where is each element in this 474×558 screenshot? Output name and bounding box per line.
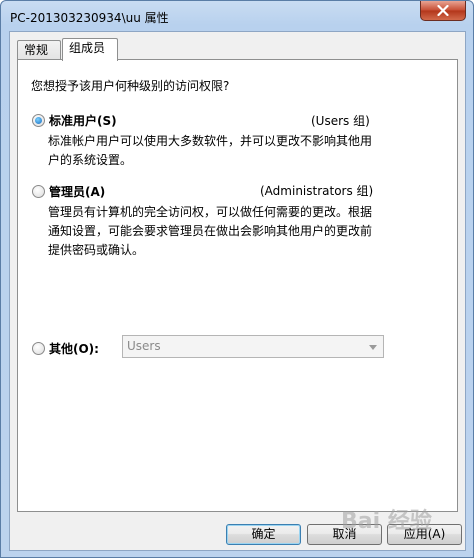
radio-selected-dot [35, 117, 42, 124]
description-line: 管理员有计算机的完全访问权，可以做任何需要的更改。根据 [48, 205, 373, 219]
administrators-group-tag: (Administrators 组) [260, 184, 374, 198]
title-bar[interactable]: PC-201303230934\uu 属性 [1, 1, 473, 31]
group-membership-panel: 您想授予该用户何种级别的访问权限? 标准用户(S) (Users 组) 标准帐户… [17, 59, 458, 512]
dropdown-selected-value: Users [127, 339, 161, 353]
administrator-label[interactable]: 管理员(A) [49, 183, 105, 200]
description-line: 提供密码或确认。 [48, 243, 145, 257]
description-line: 通知设置，可能会要求管理员在做出会影响其他用户的更改前 [48, 224, 373, 238]
administrator-option[interactable]: 管理员(A) [32, 183, 105, 200]
description-line: 户的系统设置。 [48, 153, 133, 167]
other-group-dropdown[interactable]: Users [122, 335, 384, 358]
administrator-radio[interactable] [32, 185, 45, 198]
properties-window: PC-201303230934\uu 属性 常规 组成员 您想授予该用户何种级别… [0, 0, 474, 558]
close-button[interactable] [420, 1, 466, 21]
other-option[interactable]: 其他(O): [32, 340, 99, 357]
window-title: PC-201303230934\uu 属性 [10, 11, 169, 25]
standard-user-radio[interactable] [32, 114, 45, 127]
tab-general[interactable]: 常规 [17, 40, 61, 60]
users-group-tag: (Users 组) [311, 114, 370, 128]
description-line: 标准帐户用户可以使用大多数软件，并可以更改不影响其他用 [48, 134, 373, 148]
standard-user-description: 标准帐户用户可以使用大多数软件，并可以更改不影响其他用 户的系统设置。 [48, 132, 372, 170]
other-radio[interactable] [32, 342, 45, 355]
standard-user-option[interactable]: 标准用户(S) [32, 112, 117, 129]
other-label[interactable]: 其他(O): [49, 340, 99, 357]
cancel-button[interactable]: 取消 [307, 524, 382, 545]
dialog-client-area: 常规 组成员 您想授予该用户何种级别的访问权限? 标准用户(S) (Users … [9, 31, 466, 551]
ok-button[interactable]: 确定 [226, 524, 301, 545]
chevron-down-icon [369, 345, 377, 350]
apply-button[interactable]: 应用(A) [387, 524, 462, 545]
access-level-prompt: 您想授予该用户何种级别的访问权限? [31, 79, 230, 93]
standard-user-label[interactable]: 标准用户(S) [49, 112, 117, 129]
close-icon [437, 5, 449, 16]
administrator-description: 管理员有计算机的完全访问权，可以做任何需要的更改。根据 通知设置，可能会要求管理… [48, 203, 372, 260]
tab-group-membership[interactable]: 组成员 [62, 38, 118, 61]
